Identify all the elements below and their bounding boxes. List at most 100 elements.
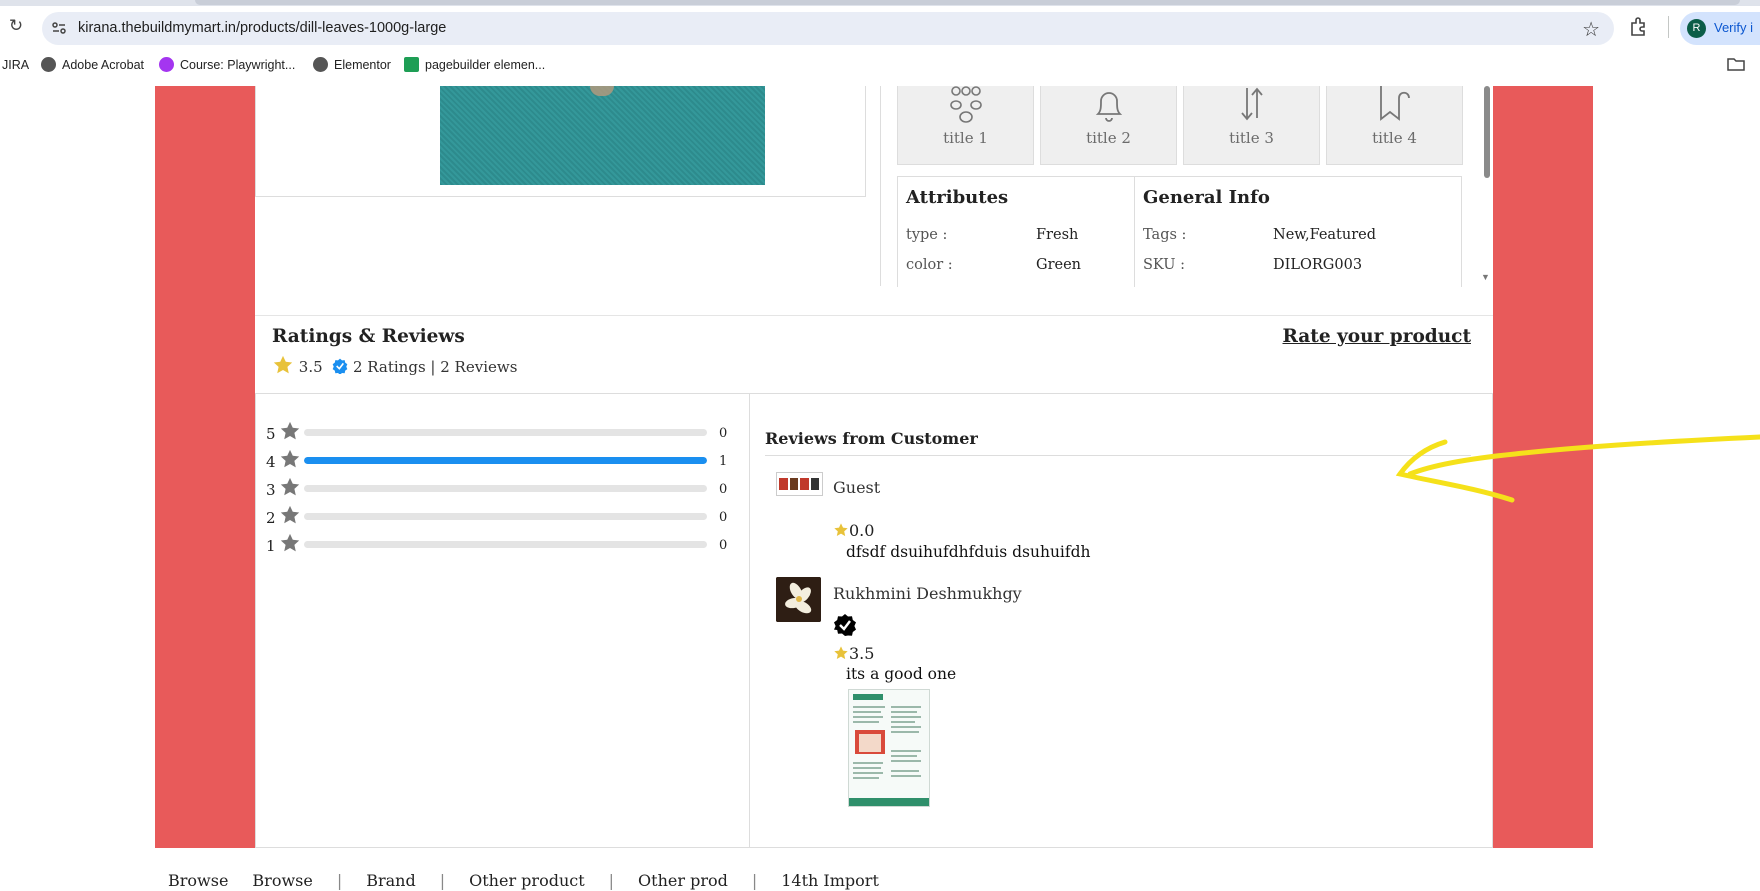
scroll-down-arrow-icon[interactable]: ▼ <box>1481 272 1490 282</box>
reviewer-avatar <box>776 577 821 622</box>
ratings-summary: 3.5 2 Ratings | 2 Reviews <box>272 354 517 378</box>
rating-distribution: 5 0 4 1 3 0 2 0 1 0 <box>256 394 750 847</box>
rating-progress-bar <box>304 513 707 520</box>
product-main-panel: title 1 title 2 title 3 title 4 Attribut… <box>255 86 1493 848</box>
reviews-heading: Reviews from Customer <box>765 429 978 448</box>
footer-link[interactable]: 14th Import <box>781 871 879 890</box>
star-icon <box>273 355 293 374</box>
review-item: Guest 0.0 dfsdf dsuihufdhfduis dsuhuifdh <box>765 471 1465 571</box>
feature-card-4[interactable]: title 4 <box>1326 86 1463 165</box>
reload-icon[interactable]: ↻ <box>6 16 26 36</box>
product-image[interactable] <box>440 86 765 185</box>
bookmark-label: Course: Playwright... <box>180 58 296 72</box>
star-icon <box>280 505 300 524</box>
review-text: its a good one <box>846 665 957 683</box>
verified-badge-icon <box>834 614 856 636</box>
feature-card-3[interactable]: title 3 <box>1183 86 1320 165</box>
bookmark-jira[interactable]: JIRA <box>2 50 29 80</box>
general-info-heading: General Info <box>1143 187 1270 208</box>
feature-card-2[interactable]: title 2 <box>1040 86 1177 165</box>
attributes-section: Attributes type : Fresh color : Green <box>898 177 1134 287</box>
footer-link[interactable]: Other product <box>469 871 585 890</box>
rating-stars-label: 1 <box>266 537 276 555</box>
rating-count: 0 <box>719 482 728 497</box>
footer-link[interactable]: Brand <box>366 871 416 890</box>
divider <box>765 455 1471 456</box>
bookmark-label: Adobe Acrobat <box>62 58 145 72</box>
inner-scrollbar-thumb[interactable] <box>1484 86 1490 178</box>
rating-count: 0 <box>719 538 728 553</box>
url-text[interactable]: kirana.thebuildmymart.in/products/dill-l… <box>78 20 446 36</box>
bookmark-elementor[interactable]: Elementor <box>313 50 391 80</box>
footer-link[interactable]: Browse <box>168 871 228 890</box>
rating-count: 0 <box>719 510 728 525</box>
product-image-card <box>255 86 866 197</box>
bookmark-pagebuilder[interactable]: pagebuilder elemen... <box>404 50 545 80</box>
attribute-label: color : <box>906 257 953 273</box>
verified-badge-icon <box>332 358 348 375</box>
site-info-icon[interactable] <box>50 19 68 37</box>
footer-link[interactable]: Other prod <box>638 871 728 890</box>
rating-row-4: 4 1 <box>266 448 736 472</box>
info-label: Tags : <box>1143 227 1187 243</box>
product-info-table: Attributes type : Fresh color : Green Ge… <box>897 176 1462 287</box>
udemy-icon <box>159 57 174 72</box>
star-icon <box>280 449 300 468</box>
reviewer-avatar <box>776 472 823 496</box>
footer-separator: | <box>439 871 446 890</box>
rating-row-1: 1 0 <box>266 532 736 556</box>
ratings-count-summary: 2 Ratings | 2 Reviews <box>352 358 518 376</box>
general-info-section: General Info Tags : New,Featured SKU : D… <box>1134 177 1461 287</box>
product-info-scroll-area[interactable]: title 1 title 2 title 3 title 4 Attribut… <box>880 86 1493 287</box>
footer-link[interactable]: Browse <box>252 871 312 890</box>
review-rating-value: 0.0 <box>849 521 875 540</box>
rating-stars-label: 5 <box>266 425 276 443</box>
tab-strip <box>0 0 1760 6</box>
ratings-heading: Ratings & Reviews <box>272 326 465 347</box>
rating-progress-bar <box>304 429 707 436</box>
review-rating: 3.5 <box>833 644 874 663</box>
star-icon <box>280 533 300 552</box>
review-image-thumbnail[interactable] <box>848 689 930 807</box>
star-icon <box>834 523 848 537</box>
bookmark-label: Elementor <box>334 58 391 72</box>
rating-stars-label: 3 <box>266 481 276 499</box>
active-tab[interactable] <box>195 0 1740 5</box>
feature-card-title: title 3 <box>1229 129 1274 147</box>
average-rating: 3.5 <box>298 358 323 376</box>
info-label: SKU : <box>1143 257 1185 273</box>
attribute-value: Fresh <box>1036 227 1079 243</box>
reviewer-name: Guest <box>833 478 881 497</box>
footer-nav: Browse Browse | Brand | Other product | Other p… <box>168 871 903 891</box>
sheets-icon <box>404 57 419 72</box>
bookmark-playwright-course[interactable]: Course: Playwright... <box>159 50 295 80</box>
feature-card-1[interactable]: title 1 <box>897 86 1034 165</box>
address-bar[interactable]: kirana.thebuildmymart.in/products/dill-l… <box>42 12 1614 45</box>
footer-separator: | <box>751 871 758 890</box>
star-icon <box>280 421 300 440</box>
rating-row-3: 3 0 <box>266 476 736 500</box>
profile-verify-button[interactable]: R Verify i <box>1680 12 1760 45</box>
reviewer-name: Rukhmini Deshmukhgy <box>833 584 1022 603</box>
rating-progress-fill <box>304 457 707 464</box>
all-bookmarks-folder-icon[interactable] <box>1727 57 1745 71</box>
sort-arrows-icon <box>1240 87 1263 121</box>
globe-icon <box>41 57 56 72</box>
bookmark-icon <box>1379 86 1410 121</box>
bookmark-adobe-acrobat[interactable]: Adobe Acrobat <box>41 50 144 80</box>
rate-product-link[interactable]: Rate your product <box>1283 326 1472 347</box>
annotation-arrow <box>1395 434 1760 503</box>
star-icon <box>834 646 848 660</box>
attribute-label: type : <box>906 227 948 243</box>
bookmark-star-icon[interactable]: ☆ <box>1582 17 1600 42</box>
bell-icon <box>1095 92 1122 122</box>
feature-card-title: title 2 <box>1086 129 1131 147</box>
feature-card-title: title 4 <box>1372 129 1417 147</box>
extensions-icon[interactable] <box>1628 16 1650 38</box>
footer-separator: | <box>336 871 343 890</box>
rating-row-5: 5 0 <box>266 420 736 444</box>
rating-progress-bar <box>304 457 707 464</box>
ratings-reviews-box: 5 0 4 1 3 0 2 0 1 0 Reviews from Custome… <box>255 393 1493 848</box>
rating-progress-bar <box>304 541 707 548</box>
attributes-heading: Attributes <box>906 187 1009 208</box>
